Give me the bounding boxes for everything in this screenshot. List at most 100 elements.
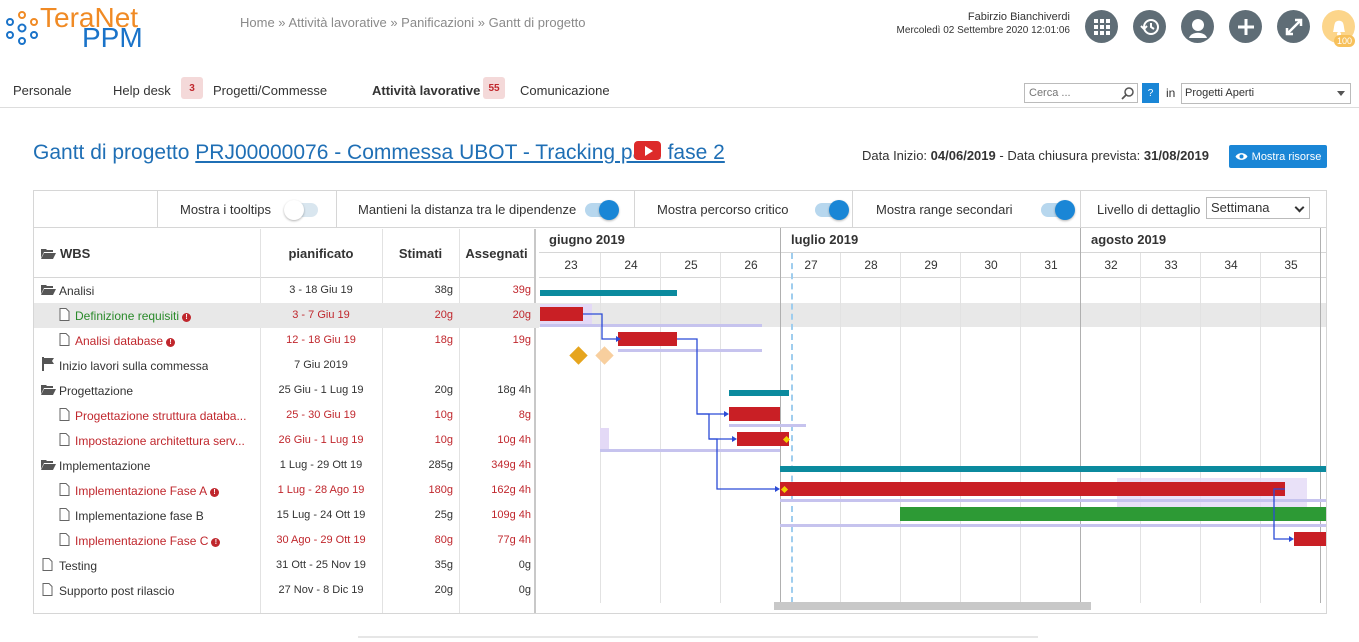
add-button[interactable] xyxy=(1229,10,1262,43)
search-icon[interactable] xyxy=(1121,86,1135,100)
row-planned: 25 - 30 Giu 19 xyxy=(286,409,356,421)
toggle-knob xyxy=(284,200,304,220)
show-resources-label: Mostra risorse xyxy=(1251,150,1322,163)
date-separator: - xyxy=(999,148,1004,163)
breadcrumb-current: Gantt di progetto xyxy=(488,15,586,30)
plus-icon xyxy=(1237,18,1254,35)
table-row[interactable]: Testing 31 Ott - 25 Nov 19 35g 0g xyxy=(34,553,539,578)
row-planned: 1 Lug - 28 Ago 19 xyxy=(277,484,365,496)
file-icon xyxy=(59,508,70,521)
row-estimated: 35g xyxy=(434,559,453,571)
detail-level-value: Settimana xyxy=(1211,200,1270,215)
flag-icon xyxy=(42,357,54,371)
search-scope-select[interactable]: Progetti Aperti xyxy=(1181,83,1351,104)
history-button[interactable] xyxy=(1133,10,1166,43)
breadcrumb-planning[interactable]: Panificazioni xyxy=(401,15,474,30)
row-name: Implementazione xyxy=(59,459,151,473)
estimated-header[interactable]: Stimati xyxy=(382,229,459,278)
row-planned: 26 Giu - 1 Lug 19 xyxy=(278,434,364,446)
nav-projects[interactable]: Progetti/Commesse xyxy=(213,83,327,98)
table-row[interactable]: Impostazione architettura serv... 26 Giu… xyxy=(34,428,539,453)
file-icon xyxy=(59,483,70,496)
row-assigned: 10g 4h xyxy=(497,434,531,446)
row-estimated: 20g xyxy=(434,384,453,396)
page-title-prefix: Gantt di progetto xyxy=(33,141,196,164)
profile-button[interactable] xyxy=(1181,10,1214,43)
distance-toggle[interactable] xyxy=(585,200,619,220)
user-name: Fabirzio Bianchiverdi xyxy=(967,11,1070,23)
apps-grid-button[interactable] xyxy=(1085,10,1118,43)
table-row[interactable]: Supporto post rilascio 27 Nov - 8 Dic 19… xyxy=(34,578,539,603)
fullscreen-button[interactable] xyxy=(1277,10,1310,43)
breadcrumb-home[interactable]: Home xyxy=(240,15,275,30)
row-planned: 3 - 18 Giu 19 xyxy=(289,284,353,296)
row-assigned: 18g 4h xyxy=(497,384,531,396)
caret-down-icon xyxy=(1337,91,1345,96)
logo[interactable]: TeraNet PPM xyxy=(2,2,162,53)
critical-path-toggle[interactable] xyxy=(815,200,849,220)
file-icon xyxy=(59,408,70,421)
project-dates: Data Inizio: 04/06/2019 - Data chiusura … xyxy=(862,148,1209,163)
toggle-knob xyxy=(829,200,849,220)
wbs-header-label: WBS xyxy=(60,245,91,261)
horizontal-scrollbar[interactable] xyxy=(774,602,1091,610)
notification-count: 100 xyxy=(1334,35,1356,47)
table-row[interactable]: Progettazione 25 Giu - 1 Lug 19 20g 18g … xyxy=(34,378,539,403)
assigned-header[interactable]: Assegnati xyxy=(459,229,534,278)
table-row[interactable]: Definizione requisiti! 3 - 7 Giu 19 20g … xyxy=(34,303,539,328)
folder-open-icon xyxy=(41,460,56,470)
row-estimated: 25g xyxy=(434,509,453,521)
table-row[interactable]: Implementazione 1 Lug - 29 Ott 19 285g 3… xyxy=(34,453,539,478)
row-planned: 15 Lug - 24 Ott 19 xyxy=(276,509,366,521)
wbs-header[interactable]: WBS xyxy=(34,229,260,278)
gantt-chart: giugno 2019 luglio 2019 agosto 2019 23 2… xyxy=(539,228,1326,613)
file-icon xyxy=(42,558,53,571)
folder-open-icon xyxy=(41,285,56,295)
table-row[interactable]: Implementazione Fase C! 30 Ago - 29 Ott … xyxy=(34,528,539,553)
row-name: Analisi database! xyxy=(75,334,176,348)
eye-icon xyxy=(1235,153,1248,160)
row-planned: 25 Giu - 1 Lug 19 xyxy=(278,384,364,396)
row-name: Implementazione Fase C! xyxy=(75,534,221,548)
gantt-panel: Mostra i tooltips Mantieni la distanza t… xyxy=(33,190,1327,614)
show-resources-button[interactable]: Mostra risorse xyxy=(1229,145,1327,168)
nav-activities[interactable]: Attività lavorative xyxy=(372,83,480,98)
start-date-value: 04/06/2019 xyxy=(930,148,996,163)
breadcrumb-activities[interactable]: Attività lavorative xyxy=(288,15,386,30)
logo-text-bottom: PPM xyxy=(82,22,143,53)
row-planned: 27 Nov - 8 Dic 19 xyxy=(278,584,364,596)
row-estimated: 285g xyxy=(428,459,453,471)
distance-option: Mantieni la distanza tra le dipendenze xyxy=(336,191,634,228)
table-row[interactable]: Analisi 3 - 18 Giu 19 38g 39g xyxy=(34,278,539,303)
table-row[interactable]: Progettazione struttura databa... 25 - 3… xyxy=(34,403,539,428)
row-planned: 3 - 7 Giu 19 xyxy=(292,309,350,321)
secondary-range-option: Mostra range secondari xyxy=(852,191,1075,228)
tooltips-label: Mostra i tooltips xyxy=(180,202,272,217)
nav-communication[interactable]: Comunicazione xyxy=(520,83,610,98)
detail-level-select[interactable]: Settimana xyxy=(1206,197,1310,219)
nav-help-desk[interactable]: Help desk xyxy=(113,83,171,98)
row-name: Definizione requisiti! xyxy=(75,309,192,323)
search-scope-value: Progetti Aperti xyxy=(1185,87,1255,99)
row-planned: 12 - 18 Giu 19 xyxy=(286,334,356,346)
tooltips-toggle[interactable] xyxy=(284,200,318,220)
planned-header[interactable]: pianificato xyxy=(260,229,382,278)
grid-icon xyxy=(1093,18,1110,35)
file-icon xyxy=(59,308,70,321)
page-title: Gantt di progetto PRJ00000076 - Commessa… xyxy=(33,141,725,165)
row-name: Impostazione architettura serv... xyxy=(75,434,245,448)
nav-personale[interactable]: Personale xyxy=(13,83,72,98)
search-help-button[interactable]: ? xyxy=(1142,83,1159,103)
file-icon xyxy=(42,583,53,596)
file-icon xyxy=(59,433,70,446)
row-planned: 1 Lug - 29 Ott 19 xyxy=(279,459,363,471)
row-estimated: 10g xyxy=(434,434,453,446)
table-row[interactable]: Inizio lavori sulla commessa 7 Giu 2019 xyxy=(34,353,539,378)
table-row[interactable]: Implementazione Fase A! 1 Lug - 28 Ago 1… xyxy=(34,478,539,503)
distance-label: Mantieni la distanza tra le dipendenze xyxy=(358,202,577,217)
history-icon xyxy=(1139,18,1159,35)
table-row[interactable]: Implementazione fase B 15 Lug - 24 Ott 1… xyxy=(34,503,539,528)
table-row[interactable]: Analisi database! 12 - 18 Giu 19 18g 19g xyxy=(34,328,539,353)
secondary-range-toggle[interactable] xyxy=(1041,200,1075,220)
youtube-video-icon[interactable] xyxy=(634,141,661,160)
